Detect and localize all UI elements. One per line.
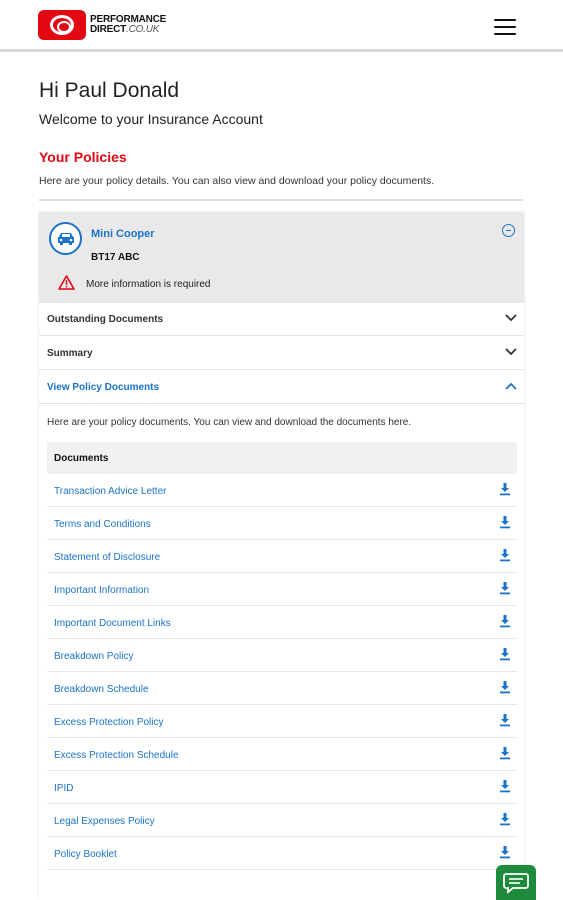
- chat-bubble-icon: [503, 873, 529, 894]
- your-policies-description: Here are your policy details. You can al…: [39, 175, 435, 187]
- document-row[interactable]: Important Information: [47, 573, 517, 606]
- logo-line-2: DIRECT: [90, 24, 127, 35]
- documents-table-header: Documents: [47, 442, 517, 474]
- accordion-label: View Policy Documents: [47, 382, 160, 393]
- chevron-down-icon: [505, 314, 517, 322]
- section-divider: [39, 199, 523, 201]
- document-row[interactable]: Policy Booklet: [47, 837, 517, 870]
- download-icon[interactable]: [499, 812, 511, 826]
- download-icon[interactable]: [499, 647, 511, 661]
- accordion-summary[interactable]: Summary: [39, 337, 524, 370]
- document-link[interactable]: Excess Protection Schedule: [54, 750, 179, 761]
- document-row[interactable]: Breakdown Policy: [47, 639, 517, 672]
- document-link[interactable]: Terms and Conditions: [54, 519, 151, 530]
- document-row[interactable]: Legal Expenses Policy: [47, 804, 517, 837]
- document-row[interactable]: Breakdown Schedule: [47, 672, 517, 705]
- documents-intro: Here are your policy documents. You can …: [47, 417, 412, 428]
- document-row[interactable]: Terms and Conditions: [47, 507, 517, 540]
- document-row[interactable]: Transaction Advice Letter: [47, 474, 517, 507]
- document-link[interactable]: Important Document Links: [54, 618, 171, 629]
- document-row[interactable]: IPID: [47, 771, 517, 804]
- download-icon[interactable]: [499, 482, 511, 496]
- download-icon[interactable]: [499, 746, 511, 760]
- accordion-label: Summary: [47, 348, 93, 359]
- download-icon[interactable]: [499, 548, 511, 562]
- document-link[interactable]: IPID: [54, 783, 73, 794]
- download-icon[interactable]: [499, 515, 511, 529]
- document-row[interactable]: Excess Protection Policy: [47, 705, 517, 738]
- accordion-label: Outstanding Documents: [47, 314, 164, 325]
- download-icon[interactable]: [499, 713, 511, 727]
- document-link[interactable]: Policy Booklet: [54, 849, 117, 860]
- chevron-down-icon: [505, 348, 517, 356]
- download-icon[interactable]: [499, 581, 511, 595]
- document-link[interactable]: Excess Protection Policy: [54, 717, 164, 728]
- document-row[interactable]: Important Document Links: [47, 606, 517, 639]
- welcome-text: Welcome to your Insurance Account: [39, 111, 263, 127]
- accordion-outstanding-documents[interactable]: Outstanding Documents: [39, 303, 524, 336]
- warning-message: More information is required: [86, 279, 211, 290]
- policy-card: Mini Cooper BT17 ABC More information is…: [39, 212, 524, 900]
- minus-circle-icon[interactable]: [502, 224, 515, 237]
- hamburger-menu-icon[interactable]: [494, 19, 516, 35]
- vehicle-registration: BT17 ABC: [91, 252, 140, 263]
- your-policies-title: Your Policies: [39, 149, 127, 165]
- warning-triangle-icon: [58, 275, 75, 295]
- performance-direct-logo[interactable]: PERFORMANCE DIRECT.CO.UK: [38, 10, 166, 40]
- document-link[interactable]: Breakdown Schedule: [54, 684, 149, 695]
- download-icon[interactable]: [499, 779, 511, 793]
- download-icon[interactable]: [499, 680, 511, 694]
- documents-table: Documents Transaction Advice Letter Terms…: [47, 442, 517, 870]
- car-icon: [49, 222, 82, 255]
- document-row[interactable]: Statement of Disclosure: [47, 540, 517, 573]
- document-link[interactable]: Breakdown Policy: [54, 651, 133, 662]
- chevron-up-icon: [505, 382, 517, 390]
- top-bar: PERFORMANCE DIRECT.CO.UK: [0, 0, 563, 52]
- accordion-view-policy-documents[interactable]: View Policy Documents: [39, 371, 524, 404]
- document-link[interactable]: Legal Expenses Policy: [54, 816, 155, 827]
- document-row[interactable]: Excess Protection Schedule: [47, 738, 517, 771]
- download-icon[interactable]: [499, 614, 511, 628]
- greeting-heading: Hi Paul Donald: [39, 79, 180, 102]
- logo-mark-icon: [38, 10, 86, 40]
- vehicle-name[interactable]: Mini Cooper: [91, 228, 155, 240]
- documents-column-header: Documents: [54, 453, 109, 464]
- policy-card-header: Mini Cooper BT17 ABC More information is…: [39, 212, 524, 303]
- document-link[interactable]: Statement of Disclosure: [54, 552, 160, 563]
- logo-domain: .CO.UK: [126, 24, 160, 35]
- download-icon[interactable]: [499, 845, 511, 859]
- chat-button[interactable]: [496, 865, 536, 900]
- document-link[interactable]: Transaction Advice Letter: [54, 486, 166, 497]
- document-link[interactable]: Important Information: [54, 585, 149, 596]
